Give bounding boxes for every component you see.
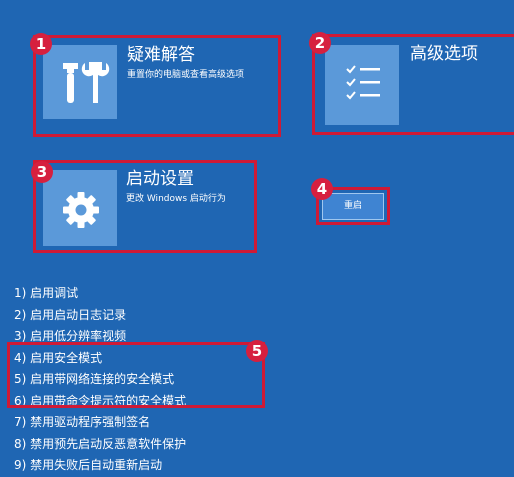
option-enable-debugging[interactable]: 1) 启用调试 xyxy=(14,283,186,305)
highlight-box-troubleshoot xyxy=(33,35,281,137)
option-enable-boot-logging[interactable]: 2) 启用启动日志记录 xyxy=(14,305,186,327)
highlight-box-startup-settings xyxy=(33,160,257,253)
badge-restart: 4 xyxy=(311,178,333,200)
badge-advanced-options: 2 xyxy=(309,32,331,54)
badge-startup-settings: 3 xyxy=(31,161,53,183)
highlight-box-advanced-options xyxy=(312,34,514,135)
badge-troubleshoot: 1 xyxy=(30,33,52,55)
badge-safe-modes: 5 xyxy=(246,340,268,362)
option-disable-driver-signature[interactable]: 7) 禁用驱动程序强制签名 xyxy=(14,412,186,434)
highlight-box-safe-modes xyxy=(7,342,265,408)
option-disable-early-antimalware[interactable]: 8) 禁用预先启动反恶意软件保护 xyxy=(14,434,186,456)
